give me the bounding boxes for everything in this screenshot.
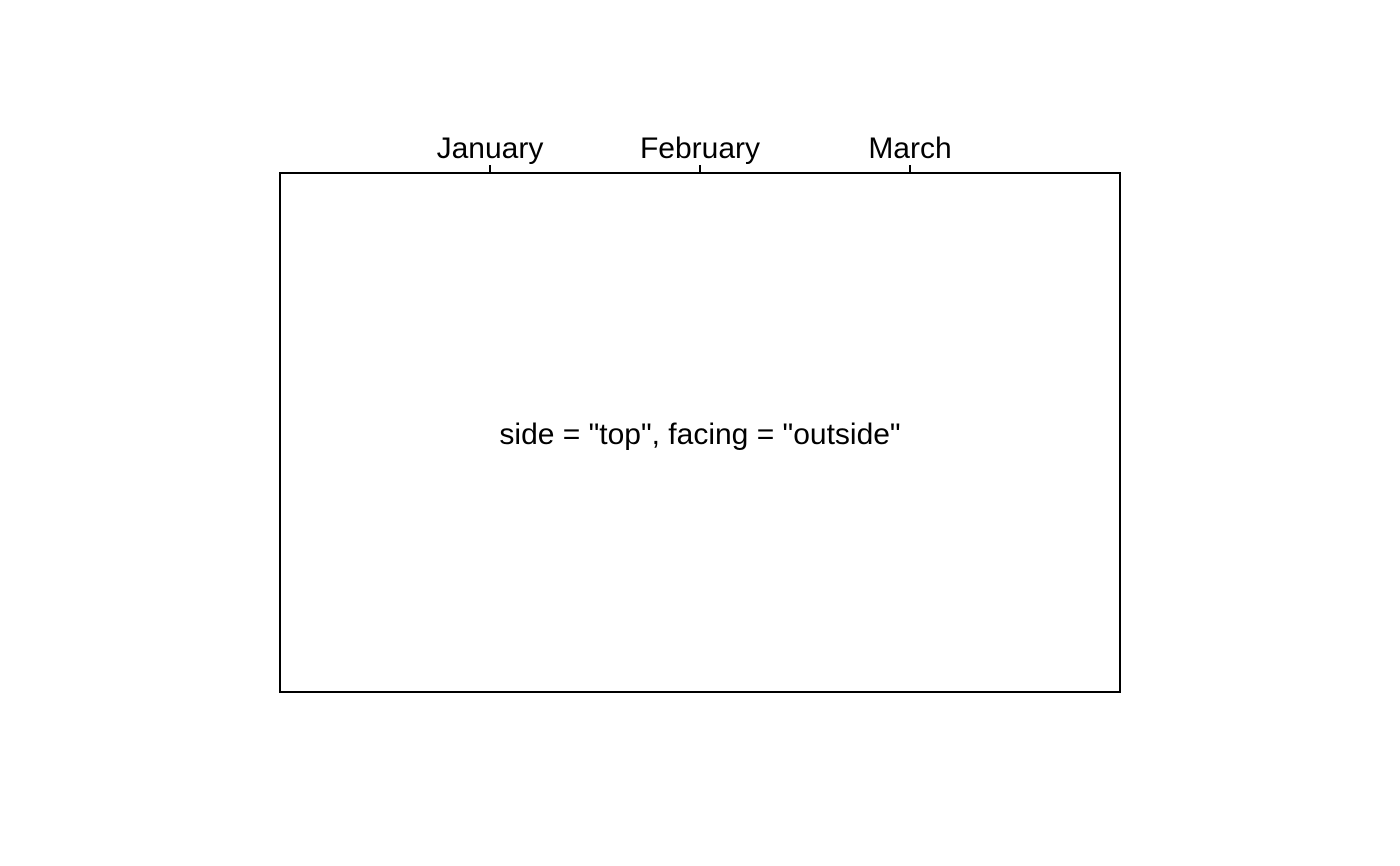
- chart-figure: January February March side = "top", facin…: [279, 132, 1121, 693]
- tick-label: January: [437, 132, 544, 165]
- tick-label: March: [868, 132, 951, 165]
- top-axis: January February March: [437, 132, 952, 173]
- center-annotation: side = "top", facing = "outside": [499, 418, 900, 451]
- tick-label: February: [640, 132, 760, 165]
